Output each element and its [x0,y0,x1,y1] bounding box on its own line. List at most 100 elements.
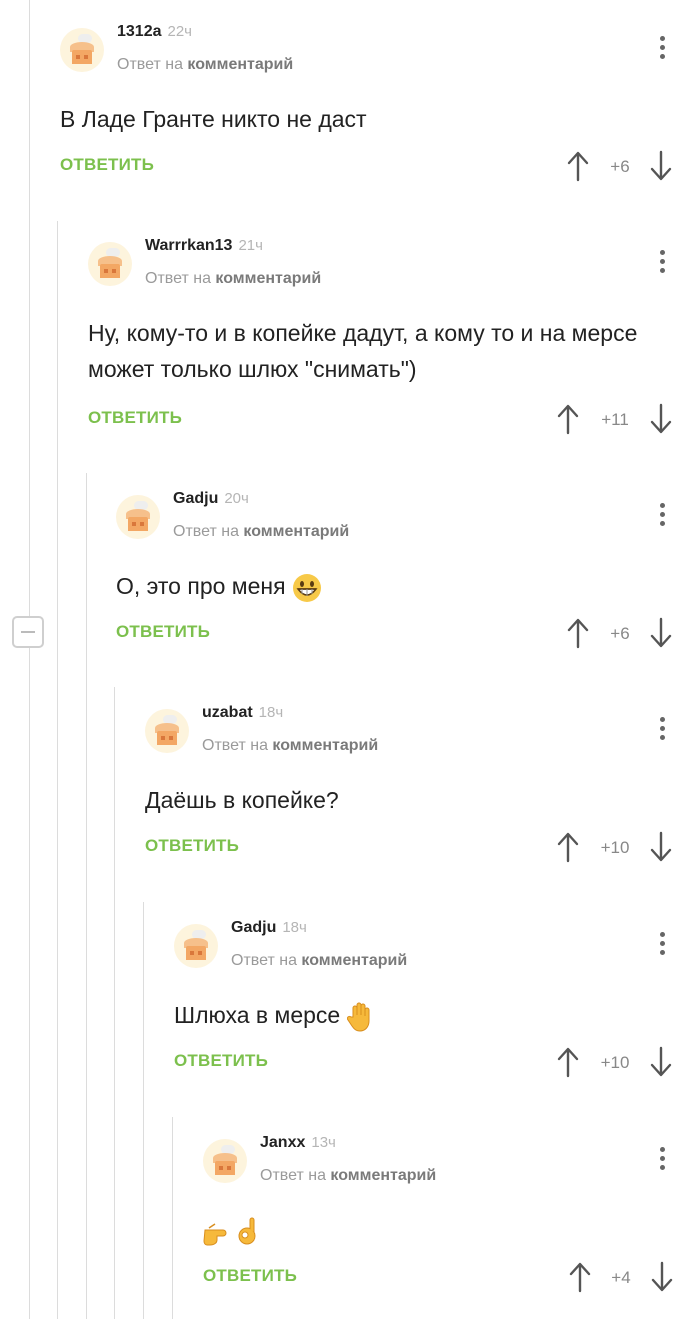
reply-meta-link[interactable]: комментарий [301,952,407,969]
comment-text-content: Даёшь в копейке? [145,787,339,813]
reply-meta-link[interactable]: комментарий [272,737,378,754]
reply-button[interactable]: ОТВЕТИТЬ [203,1266,297,1286]
thread-guide-line [114,687,115,1319]
reply-meta-prefix: Ответ на [173,523,239,540]
grinning-face-emoji [292,573,321,602]
comment-time: 20ч [224,490,249,507]
arrow-down-icon[interactable] [651,1261,673,1293]
arrow-down-icon[interactable] [650,831,672,863]
reply-meta: Ответ на комментарий [260,1167,436,1185]
comment-text: Даёшь в копейке? [145,782,339,818]
comment: uzabat 18ч Ответ на комментарий Даёшь в к… [145,681,700,895]
vote-score: +4 [611,1268,631,1287]
arrow-up-icon[interactable] [557,1046,579,1078]
reply-meta-prefix: Ответ на [117,56,183,73]
comment: Gadju 20ч Ответ на комментарий О, это про… [116,467,700,681]
comment-username[interactable]: uzabat 18ч [202,704,283,722]
reply-meta-link[interactable]: комментарий [215,270,321,287]
vote-score: +10 [600,1053,630,1072]
vote-score: +11 [601,410,629,429]
reply-meta-link[interactable]: комментарий [243,523,349,540]
arrow-up-icon[interactable] [569,1261,591,1293]
comment-text-content: О, это про меня [116,573,286,599]
comment-username[interactable]: Gadju 18ч [231,919,307,937]
more-vertical-icon[interactable] [659,250,665,276]
comment-thread: 1312a 22ч Ответ на комментарий В Ладе Гра… [0,0,700,1319]
reply-meta: Ответ на комментарий [117,56,293,74]
comment: Warrrkan13 21ч Ответ на комментарий Ну, к… [88,214,700,464]
arrow-down-icon[interactable] [650,150,672,182]
vote-score: +6 [610,157,630,176]
more-vertical-icon[interactable] [659,1147,665,1173]
comment-text-content: Шлюха в мерсе [174,1002,341,1028]
username-text[interactable]: 1312a [117,23,162,40]
comment-time: 13ч [311,1134,336,1151]
more-vertical-icon[interactable] [659,717,665,743]
comment-time: 21ч [238,237,263,254]
reply-meta-prefix: Ответ на [145,270,211,287]
more-vertical-icon[interactable] [659,36,665,62]
pointing-hand-ok-hand-emoji [203,1217,256,1246]
user-avatar[interactable] [88,242,132,286]
comment-text-content: Ну, кому-то и в копейке дадут, а кому то… [88,320,638,382]
reply-meta-prefix: Ответ на [231,952,297,969]
reply-meta: Ответ на комментарий [173,523,349,541]
arrow-down-icon[interactable] [650,617,672,649]
reply-button[interactable]: ОТВЕТИТЬ [88,408,182,428]
user-avatar[interactable] [203,1139,247,1183]
raised-hand-emoji [346,1002,370,1032]
arrow-down-icon[interactable] [650,403,672,435]
more-vertical-icon[interactable] [659,503,665,529]
comment-text: Шлюха в мерсе [174,997,375,1033]
comment: Gadju 18ч Ответ на комментарий Шлюха в ме… [174,896,700,1110]
arrow-up-icon[interactable] [557,403,579,435]
reply-button[interactable]: ОТВЕТИТЬ [60,155,154,175]
comment-time: 22ч [167,23,193,40]
username-text[interactable]: Janxx [260,1134,305,1151]
comment-username[interactable]: 1312a 22ч [117,23,192,41]
thread-guide-line [86,473,87,1319]
thread-guide-line [143,902,144,1319]
reply-button[interactable]: ОТВЕТИТЬ [145,836,239,856]
comment: 1312a 22ч Ответ на комментарий В Ладе Гра… [60,0,700,214]
reply-meta-link[interactable]: комментарий [187,56,293,73]
comment-username[interactable]: Janxx 13ч [260,1134,336,1152]
more-vertical-icon[interactable] [659,932,665,958]
thread-guide-line [57,221,58,1319]
comment-text: В Ладе Гранте никто не даст [60,101,367,137]
user-avatar[interactable] [60,28,104,72]
comment-time: 18ч [282,919,307,936]
user-avatar[interactable] [116,495,160,539]
username-text[interactable]: Gadju [173,490,218,507]
thread-guide-line [29,0,30,1319]
comment-username[interactable]: Warrrkan13 21ч [145,237,263,255]
comment-username[interactable]: Gadju 20ч [173,490,249,508]
comment: Janxx 13ч Ответ на комментарий ОТВЕТИТЬ +… [203,1111,700,1325]
reply-meta: Ответ на комментарий [202,737,378,755]
collapse-thread-icon[interactable] [12,616,44,648]
username-text[interactable]: uzabat [202,704,253,721]
username-text[interactable]: Gadju [231,919,276,936]
comment-time: 18ч [258,704,284,721]
comment-text: О, это про меня [116,568,322,604]
vote-score: +6 [610,624,630,643]
reply-meta: Ответ на комментарий [231,952,407,970]
arrow-up-icon[interactable] [557,831,579,863]
arrow-up-icon[interactable] [567,617,589,649]
reply-meta-prefix: Ответ на [260,1167,326,1184]
reply-meta-link[interactable]: комментарий [330,1167,436,1184]
thread-guide-line [172,1117,173,1319]
reply-button[interactable]: ОТВЕТИТЬ [174,1051,268,1071]
arrow-down-icon[interactable] [650,1046,672,1078]
username-text[interactable]: Warrrkan13 [145,237,232,254]
reply-meta: Ответ на комментарий [145,270,321,288]
reply-button[interactable]: ОТВЕТИТЬ [116,622,210,642]
comment-text: Ну, кому-то и в копейке дадут, а кому то… [88,315,648,387]
user-avatar[interactable] [145,709,189,753]
user-avatar[interactable] [174,924,218,968]
comment-text-content: В Ладе Гранте никто не даст [60,106,367,132]
reply-meta-prefix: Ответ на [202,737,268,754]
comment-text [203,1212,263,1248]
arrow-up-icon[interactable] [567,150,589,182]
vote-score: +10 [600,838,630,857]
